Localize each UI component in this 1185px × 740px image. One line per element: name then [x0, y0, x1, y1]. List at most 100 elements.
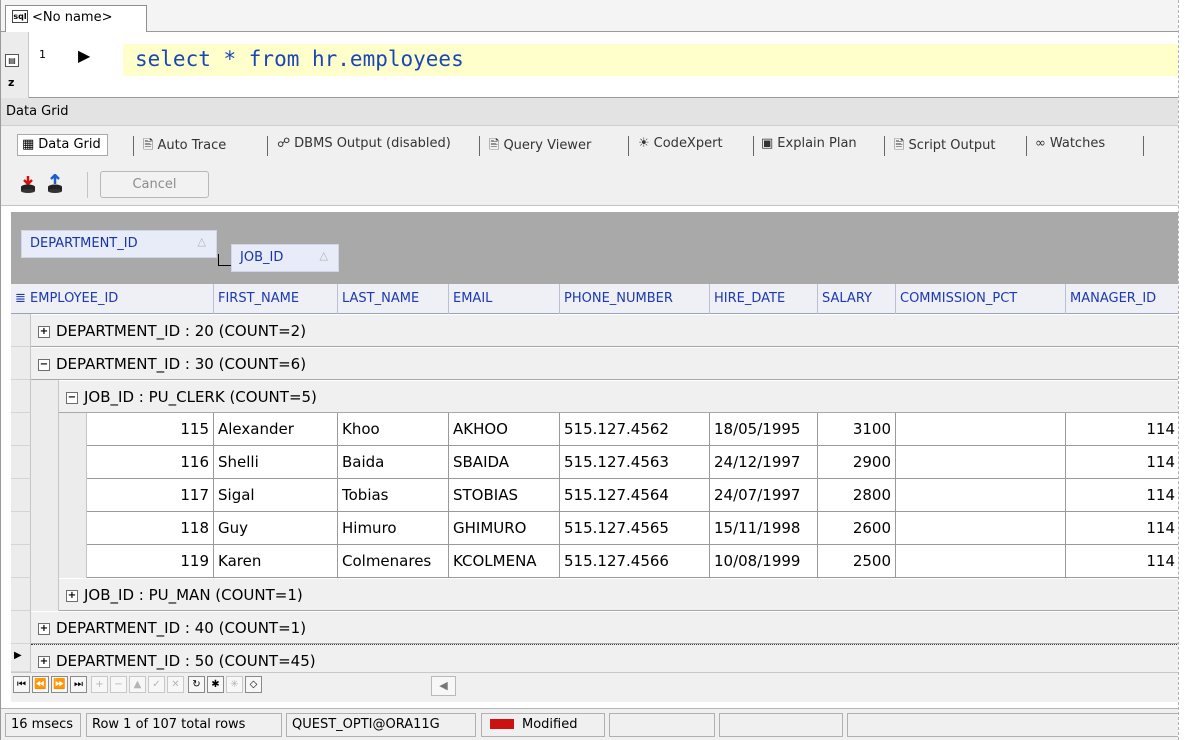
- edit-record-icon[interactable]: ▲: [129, 676, 146, 693]
- cell-manager-id[interactable]: 114: [1066, 512, 1179, 545]
- table-row[interactable]: 116 Shelli Baida SBAIDA 515.127.4563 24/…: [87, 446, 1179, 479]
- cell-hire-date[interactable]: 15/11/1998: [710, 512, 818, 545]
- cell-last-name[interactable]: Khoo: [338, 413, 449, 446]
- row-indicator[interactable]: [11, 380, 31, 413]
- first-record-icon[interactable]: ⏮: [13, 676, 30, 693]
- group-row-dept-40[interactable]: + DEPARTMENT_ID : 40 (COUNT=1): [31, 611, 1179, 644]
- cell-employee-id[interactable]: 119: [87, 545, 214, 578]
- cell-last-name[interactable]: Colmenares: [338, 545, 449, 578]
- column-header-salary[interactable]: SALARY: [818, 284, 896, 314]
- import-icon[interactable]: [45, 173, 65, 194]
- filter-icon[interactable]: ◇: [245, 676, 262, 693]
- cell-salary[interactable]: 2600: [818, 512, 896, 545]
- cancel-edit-icon[interactable]: ✕: [167, 676, 184, 693]
- row-indicator[interactable]: [11, 479, 31, 512]
- cell-manager-id[interactable]: 114: [1066, 446, 1179, 479]
- group-row-job-pu-clerk[interactable]: − JOB_ID : PU_CLERK (COUNT=5): [59, 380, 1179, 413]
- group-row-dept-50[interactable]: + DEPARTMENT_ID : 50 (COUNT=45): [31, 644, 1179, 672]
- delete-record-icon[interactable]: −: [110, 676, 127, 693]
- cell-salary[interactable]: 2800: [818, 479, 896, 512]
- cell-first-name[interactable]: Sigal: [214, 479, 338, 512]
- editor-current-line[interactable]: select * from hr.employees: [121, 44, 1179, 76]
- cell-email[interactable]: STOBIAS: [449, 479, 560, 512]
- cell-commission-pct[interactable]: [896, 512, 1066, 545]
- cell-hire-date[interactable]: 10/08/1999: [710, 545, 818, 578]
- group-row-dept-20[interactable]: + DEPARTMENT_ID : 20 (COUNT=2): [31, 314, 1179, 347]
- cell-first-name[interactable]: Karen: [214, 545, 338, 578]
- cell-salary[interactable]: 2900: [818, 446, 896, 479]
- cell-employee-id[interactable]: 115: [87, 413, 214, 446]
- sql-statement[interactable]: select * from hr.employees: [135, 47, 464, 71]
- group-chip-department-id[interactable]: DEPARTMENT_ID △: [21, 230, 217, 258]
- cell-manager-id[interactable]: 114: [1066, 413, 1179, 446]
- cell-phone-number[interactable]: 515.127.4565: [560, 512, 710, 545]
- tab-codexpert[interactable]: ☀ CodeXpert: [634, 134, 729, 156]
- grid-menu-icon[interactable]: ≣: [15, 291, 30, 306]
- cell-hire-date[interactable]: 24/07/1997: [710, 479, 818, 512]
- tab-explain-plan[interactable]: ▣ Explain Plan: [757, 134, 863, 156]
- row-indicator[interactable]: [11, 347, 31, 380]
- cell-salary[interactable]: 2500: [818, 545, 896, 578]
- document-tab[interactable]: sql <No name>: [5, 5, 147, 32]
- cell-email[interactable]: SBAIDA: [449, 446, 560, 479]
- sort-arrow-icon[interactable]: △: [198, 235, 206, 248]
- cell-email[interactable]: KCOLMENA: [449, 545, 560, 578]
- cell-salary[interactable]: 3100: [818, 413, 896, 446]
- cell-first-name[interactable]: Shelli: [214, 446, 338, 479]
- cell-employee-id[interactable]: 118: [87, 512, 214, 545]
- cancel-button[interactable]: Cancel: [100, 171, 209, 198]
- goto-bookmark-icon[interactable]: ✳: [226, 676, 243, 693]
- cell-last-name[interactable]: Himuro: [338, 512, 449, 545]
- cell-commission-pct[interactable]: [896, 479, 1066, 512]
- column-header-manager-id[interactable]: MANAGER_ID: [1066, 284, 1179, 314]
- tab-query-viewer[interactable]: 🖹 Query Viewer: [485, 134, 597, 156]
- insert-record-icon[interactable]: +: [91, 676, 108, 693]
- table-row[interactable]: 117 Sigal Tobias STOBIAS 515.127.4564 24…: [87, 479, 1179, 512]
- cell-first-name[interactable]: Guy: [214, 512, 338, 545]
- column-header-commission-pct[interactable]: COMMISSION_PCT: [896, 284, 1066, 314]
- cell-hire-date[interactable]: 24/12/1997: [710, 446, 818, 479]
- next-page-icon[interactable]: ⏩: [51, 676, 68, 693]
- expand-icon[interactable]: +: [66, 589, 78, 602]
- prior-page-icon[interactable]: ⏪: [32, 676, 49, 693]
- column-header-phone-number[interactable]: PHONE_NUMBER: [560, 284, 710, 314]
- table-row[interactable]: 119 Karen Colmenares KCOLMENA 515.127.45…: [87, 545, 1179, 578]
- collapse-icon[interactable]: −: [66, 391, 78, 404]
- row-indicator-current[interactable]: ▶: [11, 644, 31, 672]
- row-indicator[interactable]: [11, 446, 31, 479]
- row-indicator[interactable]: [11, 578, 31, 611]
- column-header-employee-id[interactable]: ≣ EMPLOYEE_ID: [11, 284, 214, 314]
- cell-phone-number[interactable]: 515.127.4562: [560, 413, 710, 446]
- scroll-left-icon[interactable]: ◀: [431, 676, 456, 696]
- cell-commission-pct[interactable]: [896, 446, 1066, 479]
- expand-icon[interactable]: +: [38, 622, 50, 635]
- column-header-hire-date[interactable]: HIRE_DATE: [710, 284, 818, 314]
- column-header-last-name[interactable]: LAST_NAME: [338, 284, 449, 314]
- collapse-icon[interactable]: −: [38, 358, 50, 371]
- cell-manager-id[interactable]: 114: [1066, 545, 1179, 578]
- sort-arrow-icon[interactable]: △: [320, 249, 328, 262]
- last-record-icon[interactable]: ⏭: [70, 676, 87, 693]
- group-row-dept-30[interactable]: − DEPARTMENT_ID : 30 (COUNT=6): [31, 347, 1179, 380]
- row-indicator[interactable]: [11, 545, 31, 578]
- cell-phone-number[interactable]: 515.127.4564: [560, 479, 710, 512]
- table-row[interactable]: 118 Guy Himuro GHIMURO 515.127.4565 15/1…: [87, 512, 1179, 545]
- expand-icon[interactable]: +: [38, 655, 50, 668]
- cell-employee-id[interactable]: 116: [87, 446, 214, 479]
- tab-script-output[interactable]: 🖹 Script Output: [890, 134, 1001, 156]
- cell-last-name[interactable]: Baida: [338, 446, 449, 479]
- row-indicator[interactable]: [11, 314, 31, 347]
- column-header-first-name[interactable]: FIRST_NAME: [214, 284, 338, 314]
- cell-last-name[interactable]: Tobias: [338, 479, 449, 512]
- cell-commission-pct[interactable]: [896, 413, 1066, 446]
- tab-data-grid[interactable]: ▦ Data Grid: [17, 134, 108, 156]
- column-header-email[interactable]: EMAIL: [449, 284, 560, 314]
- tab-watches[interactable]: ∞ Watches: [1031, 134, 1111, 156]
- sql-editor[interactable]: ▤ z 1 ▶ select * from hr.employees: [1, 32, 1179, 98]
- cell-hire-date[interactable]: 18/05/1995: [710, 413, 818, 446]
- editor-list-icon[interactable]: ▤: [5, 54, 19, 67]
- group-row-job-pu-man[interactable]: + JOB_ID : PU_MAN (COUNT=1): [59, 578, 1179, 611]
- expand-icon[interactable]: +: [38, 325, 50, 338]
- row-indicator[interactable]: [11, 611, 31, 644]
- bookmark-icon[interactable]: ✱: [207, 676, 224, 693]
